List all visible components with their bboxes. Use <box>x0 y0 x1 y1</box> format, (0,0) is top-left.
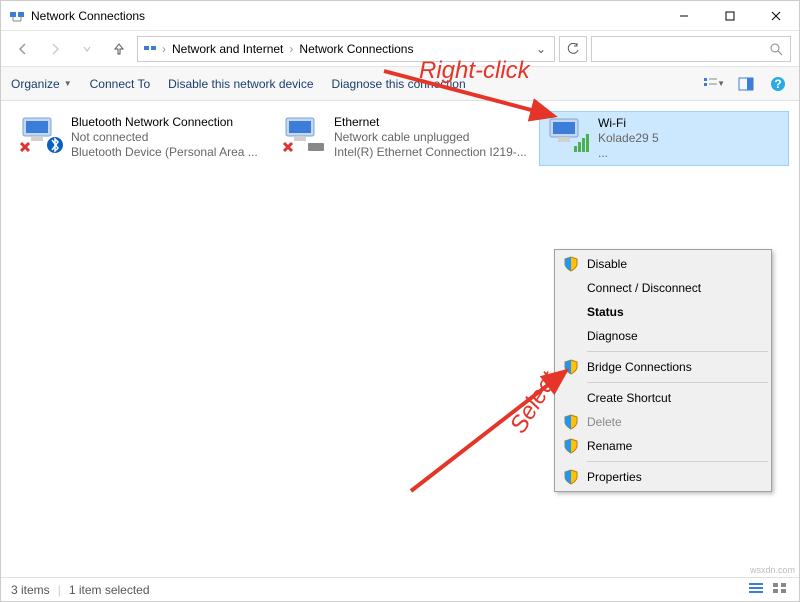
menu-separator <box>587 461 768 462</box>
app-icon <box>9 8 25 24</box>
details-view-button[interactable] <box>747 581 765 598</box>
menu-properties[interactable]: Properties <box>557 465 769 489</box>
annotation-arrow-select <box>401 361 581 501</box>
connect-to-button[interactable]: Connect To <box>90 77 151 91</box>
ethernet-adapter-icon <box>280 115 328 155</box>
menu-delete[interactable]: Delete <box>557 410 769 434</box>
menu-diagnose[interactable]: Diagnose <box>557 324 769 348</box>
connection-bluetooth[interactable]: Bluetooth Network Connection Not connect… <box>13 111 268 164</box>
refresh-button[interactable] <box>559 36 587 62</box>
address-dropdown[interactable]: ⌄ <box>532 42 550 56</box>
disable-device-button[interactable]: Disable this network device <box>168 77 313 91</box>
svg-text:?: ? <box>774 77 781 91</box>
minimize-button[interactable] <box>661 1 707 30</box>
preview-pane-button[interactable] <box>735 73 757 95</box>
search-icon <box>768 41 784 57</box>
recent-dropdown[interactable] <box>73 35 101 63</box>
connections-view: Bluetooth Network Connection Not connect… <box>1 101 799 571</box>
menu-bridge[interactable]: Bridge Connections <box>557 355 769 379</box>
menu-connect-disconnect[interactable]: Connect / Disconnect <box>557 276 769 300</box>
annotation-arrow-rightclick <box>379 61 569 141</box>
search-input[interactable] <box>591 36 791 62</box>
help-button[interactable]: ? <box>767 73 789 95</box>
shield-icon <box>563 256 579 272</box>
watermark: wsxdn.com <box>750 565 795 575</box>
menu-create-shortcut[interactable]: Create Shortcut <box>557 386 769 410</box>
breadcrumb-parent[interactable]: Network and Internet <box>170 42 285 56</box>
window-title: Network Connections <box>31 9 661 23</box>
menu-rename[interactable]: Rename <box>557 434 769 458</box>
chevron-right-icon: › <box>162 42 166 56</box>
connection-device: Intel(R) Ethernet Connection I219-... <box>334 145 527 160</box>
menu-separator <box>587 351 768 352</box>
organize-menu[interactable]: Organize ▼ <box>11 77 72 91</box>
maximize-button[interactable] <box>707 1 753 30</box>
connection-name: Wi-Fi <box>598 116 659 131</box>
connection-device: Bluetooth Device (Personal Area ... <box>71 145 258 160</box>
window-titlebar: Network Connections <box>1 1 799 31</box>
connection-wifi[interactable]: Wi-Fi Kolade29 5 ... <box>539 111 789 166</box>
forward-button[interactable] <box>41 35 69 63</box>
view-options-button[interactable]: ▼ <box>703 73 725 95</box>
breadcrumb-current[interactable]: Network Connections <box>297 42 415 56</box>
status-bar: 3 items | 1 item selected <box>1 577 799 601</box>
connection-status: Not connected <box>71 130 258 145</box>
context-menu: Disable Connect / Disconnect Status Diag… <box>554 249 772 492</box>
location-icon <box>142 41 158 57</box>
menu-disable[interactable]: Disable <box>557 252 769 276</box>
status-separator: | <box>58 583 61 597</box>
chevron-right-icon: › <box>289 42 293 56</box>
menu-separator <box>587 382 768 383</box>
status-item-count: 3 items <box>11 583 50 597</box>
icons-view-button[interactable] <box>771 581 789 598</box>
status-selected-count: 1 item selected <box>69 583 150 597</box>
back-button[interactable] <box>9 35 37 63</box>
connection-name: Bluetooth Network Connection <box>71 115 258 130</box>
bluetooth-adapter-icon <box>17 115 65 155</box>
connection-status: Kolade29 5 <box>598 131 659 146</box>
close-button[interactable] <box>753 1 799 30</box>
up-button[interactable] <box>105 35 133 63</box>
connection-device: ... <box>598 146 659 161</box>
menu-status[interactable]: Status <box>557 300 769 324</box>
